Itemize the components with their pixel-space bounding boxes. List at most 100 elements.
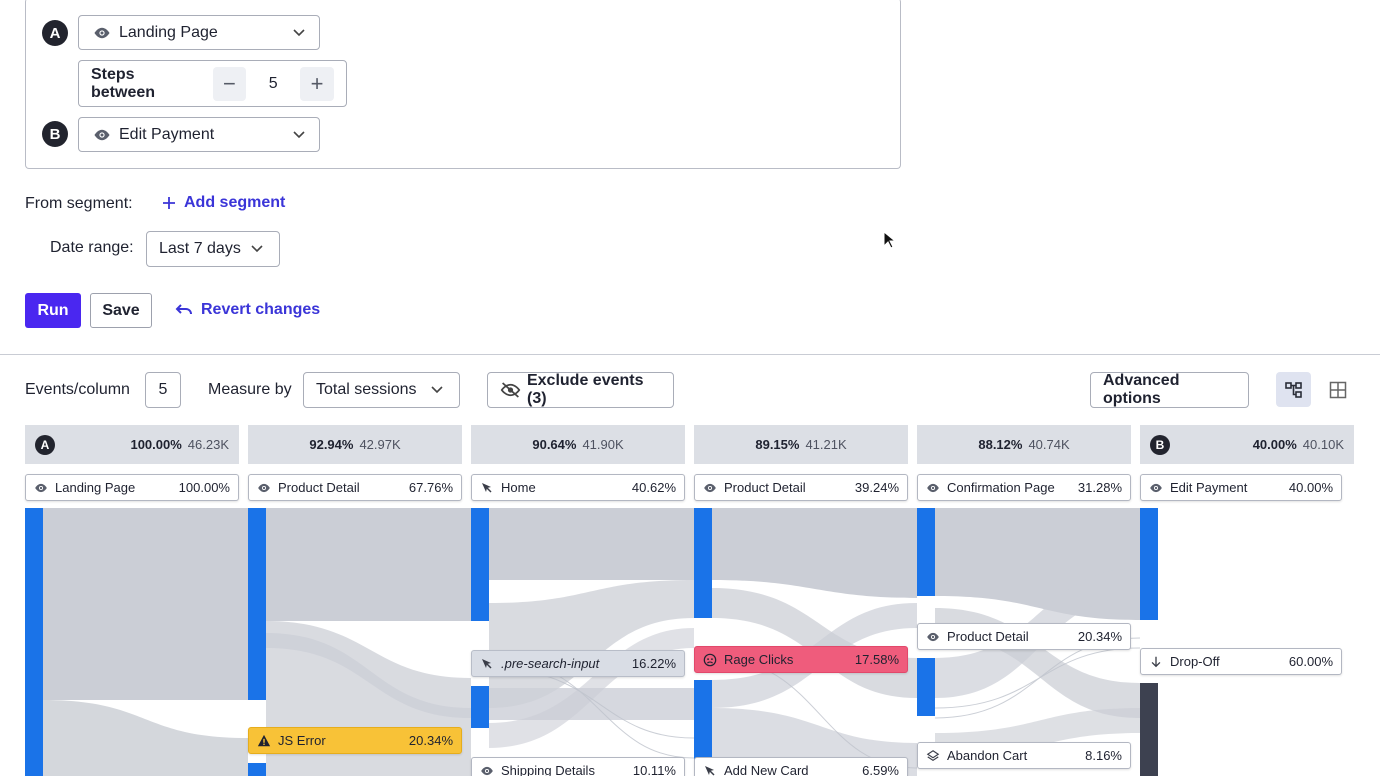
cursor-icon bbox=[480, 657, 494, 671]
flow-band bbox=[43, 700, 248, 776]
exclude-events-label: Exclude events (3) bbox=[526, 372, 644, 407]
flow-node-label: JS Error bbox=[278, 733, 326, 748]
event-node-label: Home bbox=[501, 480, 536, 495]
column-count: 41.21K bbox=[805, 437, 847, 452]
mouse-pointer-icon bbox=[883, 231, 895, 249]
column-header: 90.64% 41.90K bbox=[471, 425, 685, 464]
chevron-down-icon bbox=[293, 130, 305, 138]
step-b-event-select[interactable]: Edit Payment bbox=[78, 117, 320, 152]
eye-icon bbox=[257, 481, 271, 495]
column-count: 41.90K bbox=[582, 437, 624, 452]
event-node-percent: 39.24% bbox=[854, 480, 899, 495]
events-per-column-input[interactable]: 5 bbox=[145, 372, 181, 408]
flow-node[interactable]: Abandon Cart 8.16% bbox=[917, 742, 1131, 769]
steps-decrement-button[interactable]: − bbox=[212, 66, 247, 101]
flow-node-percent: 16.22% bbox=[631, 656, 676, 671]
column-count: 40.74K bbox=[1028, 437, 1070, 452]
flow-node-label: Shipping Details bbox=[501, 763, 595, 776]
flow-node[interactable]: JS Error 20.34% bbox=[248, 727, 462, 754]
save-button[interactable]: Save bbox=[90, 293, 152, 328]
cursor-icon bbox=[480, 481, 494, 495]
event-node-label: Confirmation Page bbox=[947, 480, 1055, 495]
column-percent: 88.12% bbox=[978, 437, 1023, 452]
column-count: 42.97K bbox=[359, 437, 401, 452]
revert-changes-label: Revert changes bbox=[201, 301, 321, 318]
revert-changes-button[interactable]: Revert changes bbox=[175, 301, 320, 319]
flow-node-percent: 6.59% bbox=[862, 763, 899, 776]
measure-by-label: Measure by bbox=[208, 381, 292, 398]
column-bar bbox=[248, 763, 266, 776]
column-count: 40.10K bbox=[1302, 437, 1344, 452]
column-bar bbox=[471, 508, 489, 621]
minus-icon: − bbox=[223, 70, 236, 96]
flow-node-label: Add New Card bbox=[724, 763, 809, 776]
tree-view-icon bbox=[1284, 381, 1302, 398]
flow-node-label: .pre-search-input bbox=[501, 656, 600, 671]
section-divider bbox=[0, 354, 1380, 355]
steps-increment-button[interactable]: + bbox=[300, 66, 334, 101]
tree-view-toggle[interactable] bbox=[1276, 372, 1311, 407]
event-node[interactable]: Product Detail 39.24% bbox=[694, 474, 908, 501]
date-range-value: Last 7 days bbox=[159, 240, 241, 257]
event-node[interactable]: Edit Payment 40.00% bbox=[1140, 474, 1342, 501]
plus-icon: + bbox=[310, 70, 324, 96]
events-per-column-label: Events/column bbox=[25, 381, 130, 398]
run-button[interactable]: Run bbox=[25, 293, 81, 328]
measure-by-value: Total sessions bbox=[316, 381, 417, 398]
flow-node[interactable]: Add New Card 6.59% bbox=[694, 757, 908, 776]
column-bar bbox=[917, 508, 935, 596]
eye-icon bbox=[94, 129, 110, 140]
arrow-down-icon bbox=[1149, 655, 1163, 669]
chevron-down-icon bbox=[430, 386, 443, 394]
eye-icon bbox=[926, 630, 940, 644]
grid-view-toggle[interactable] bbox=[1320, 372, 1355, 407]
event-node-percent: 67.76% bbox=[408, 480, 453, 495]
advanced-options-button[interactable]: Advanced options bbox=[1090, 372, 1249, 408]
column-bar bbox=[248, 508, 266, 700]
flow-node[interactable]: Rage Clicks 17.58% bbox=[694, 646, 908, 673]
step-badge: A bbox=[35, 434, 55, 455]
column-percent: 90.64% bbox=[532, 437, 577, 452]
flow-node-label: Rage Clicks bbox=[724, 652, 794, 667]
flow-node[interactable]: .pre-search-input 16.22% bbox=[471, 650, 685, 677]
event-node[interactable]: Home 40.62% bbox=[471, 474, 685, 501]
exclude-events-button[interactable]: Exclude events (3) bbox=[487, 372, 674, 408]
flow-node-percent: 17.58% bbox=[854, 652, 899, 667]
event-node[interactable]: Confirmation Page 31.28% bbox=[917, 474, 1131, 501]
from-segment-label: From segment: bbox=[25, 195, 133, 212]
eye-icon bbox=[480, 764, 494, 776]
plus-icon bbox=[163, 197, 175, 209]
cursor-icon bbox=[703, 764, 717, 776]
flow-band bbox=[712, 508, 917, 598]
flow-node-percent: 20.34% bbox=[408, 733, 453, 748]
flow-band bbox=[935, 508, 1140, 620]
column-percent: 40.00% bbox=[1252, 437, 1297, 452]
flow-node[interactable]: Product Detail 20.34% bbox=[917, 623, 1131, 650]
flow-node-percent: 60.00% bbox=[1288, 654, 1333, 669]
column-percent: 89.15% bbox=[755, 437, 800, 452]
event-node[interactable]: Landing Page 100.00% bbox=[25, 474, 239, 501]
column-header: B 40.00% 40.10K bbox=[1140, 425, 1354, 464]
dropoff-bar bbox=[1140, 683, 1158, 776]
eye-off-icon bbox=[500, 382, 521, 398]
date-range-select[interactable]: Last 7 days bbox=[146, 231, 280, 267]
step-b-badge: B bbox=[42, 121, 68, 147]
column-bar bbox=[471, 686, 489, 728]
event-node-label: Product Detail bbox=[724, 480, 806, 495]
journey-flow-diagram bbox=[25, 508, 1158, 776]
chevron-down-icon bbox=[293, 28, 305, 36]
eye-icon bbox=[94, 27, 110, 38]
eye-icon bbox=[926, 481, 940, 495]
steps-between-value[interactable]: 5 bbox=[246, 75, 300, 93]
flow-node[interactable]: Shipping Details 10.11% bbox=[471, 757, 685, 776]
step-a-event-select[interactable]: Landing Page bbox=[78, 15, 320, 50]
step-badge: B bbox=[1150, 434, 1170, 455]
measure-by-select[interactable]: Total sessions bbox=[303, 372, 460, 408]
add-segment-label: Add segment bbox=[184, 194, 286, 211]
add-segment-button[interactable]: Add segment bbox=[162, 194, 285, 212]
event-node[interactable]: Product Detail 67.76% bbox=[248, 474, 462, 501]
column-bar bbox=[1140, 508, 1158, 620]
flow-node[interactable]: Drop-Off 60.00% bbox=[1140, 648, 1342, 675]
flow-node-percent: 8.16% bbox=[1085, 748, 1122, 763]
date-range-label: Date range: bbox=[50, 239, 134, 256]
